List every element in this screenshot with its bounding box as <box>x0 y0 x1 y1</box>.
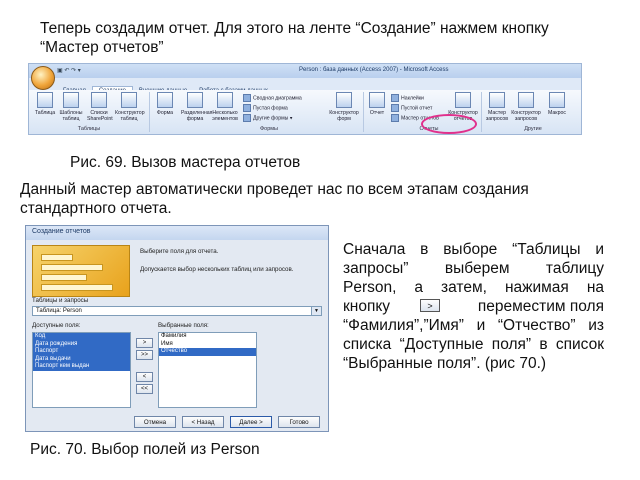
blank-form-icon <box>243 104 251 112</box>
table-templates-icon <box>63 92 79 108</box>
move-all-right-button[interactable]: >> <box>136 350 153 360</box>
window-titlebar: ▣ ↶ ↷ ▾ Person : база данных (Access 200… <box>29 64 581 78</box>
macro-icon <box>549 92 565 108</box>
blank-report-icon <box>391 104 399 112</box>
tables-queries-label: Таблицы и запросы <box>32 297 89 304</box>
dialog-prompt: Выберите поля для отчета. <box>140 248 219 255</box>
move-one-right-button[interactable]: > <box>136 338 153 348</box>
ribbon-tabs: ГлавнаяСозданиеВнешние данныеРабота с ба… <box>57 79 274 95</box>
report-icon <box>369 92 385 108</box>
list-item[interactable]: Код <box>33 333 130 341</box>
figure-caption-70: Рис. 70. Выбор полей из Person <box>30 441 260 458</box>
side-text-line-4a: кнопку <box>343 298 391 315</box>
sharepoint-icon <box>91 92 107 108</box>
ribbon-screenshot: ▣ ↶ ↷ ▾ Person : база данных (Access 200… <box>28 63 582 135</box>
paragraph-line-1: Данный мастер автоматически проведет нас… <box>20 181 529 198</box>
table-templates-button[interactable]: Шаблоны таблиц <box>59 92 83 122</box>
group-label-tables: Таблицы <box>77 126 101 132</box>
more-forms-icon <box>243 114 251 122</box>
report-wizard-icon <box>391 114 399 122</box>
pivot-chart-icon <box>243 94 251 102</box>
inline-move-button: > <box>420 299 440 312</box>
list-item[interactable]: Паспорт <box>33 348 130 356</box>
window-title: Person : база данных (Access 2007) - Mic… <box>299 67 449 73</box>
macro-button[interactable]: Макрос <box>545 92 569 116</box>
intro-line-1: Теперь создадим отчет. Для этого на лент… <box>40 20 549 37</box>
side-text-line-3: Person, а затем, нажимая на <box>343 279 604 296</box>
multiple-items-button[interactable]: Несколько элементов <box>211 92 239 122</box>
table-designer-icon <box>121 92 137 108</box>
cancel-button[interactable]: Отмена <box>134 416 176 428</box>
report-designer-icon <box>455 92 471 108</box>
report-button[interactable]: Отчет <box>365 92 389 116</box>
list-item[interactable]: Паспорт кем выдан <box>33 363 130 371</box>
side-text-line-5: “Фамилия”,”Имя” и “Отчество” из <box>343 317 604 334</box>
quick-access-toolbar[interactable]: ▣ ↶ ↷ ▾ <box>57 67 81 74</box>
available-fields-list[interactable]: Код Дата рождения Паспорт Дата выдачи Па… <box>32 332 131 408</box>
next-button[interactable]: Далее > <box>230 416 272 428</box>
dialog-hint: Допускается выбор нескольких таблиц или … <box>140 266 294 273</box>
query-wizard-button[interactable]: Мастер запросов <box>485 92 509 122</box>
pivot-chart-button[interactable]: Сводная диаграмма <box>243 94 302 102</box>
move-one-left-button[interactable]: < <box>136 372 153 382</box>
table-icon <box>37 92 53 108</box>
split-form-icon <box>187 92 203 108</box>
figure-caption-69: Рис. 69. Вызов мастера отчетов <box>70 154 301 171</box>
list-item[interactable]: Фамилия <box>159 333 256 341</box>
tables-queries-select[interactable]: Таблица: Person ▼ <box>32 306 322 316</box>
selected-fields-label: Выбранные поля: <box>158 322 209 329</box>
multiple-items-icon <box>217 92 233 108</box>
office-button[interactable] <box>31 66 55 90</box>
ribbon-body: Таблица Шаблоны таблиц Списки SharePoint… <box>29 90 581 134</box>
form-icon <box>157 92 173 108</box>
form-button[interactable]: Форма <box>153 92 177 116</box>
group-label-other: Другие <box>524 126 542 132</box>
form-designer-button[interactable]: Конструктор форм <box>329 92 359 122</box>
wizard-illustration <box>32 245 130 297</box>
group-divider <box>149 92 150 132</box>
table-button[interactable]: Таблица <box>33 92 57 116</box>
labels-button[interactable]: Наклейки <box>391 94 424 102</box>
query-designer-icon <box>518 92 534 108</box>
table-designer-button[interactable]: Конструктор таблиц <box>115 92 145 122</box>
group-divider <box>363 92 364 132</box>
move-all-left-button[interactable]: << <box>136 384 153 394</box>
side-text-line-4b: переместим поля <box>477 298 604 315</box>
back-button[interactable]: < Назад <box>182 416 224 428</box>
blank-report-button[interactable]: Пустой отчет <box>391 104 432 112</box>
group-divider <box>481 92 482 132</box>
list-item[interactable]: Имя <box>159 341 256 349</box>
query-wizard-icon <box>489 92 505 108</box>
selected-fields-list[interactable]: Фамилия Имя Отчество <box>158 332 257 408</box>
split-form-button[interactable]: Разделенная форма <box>181 92 212 122</box>
side-text-line-1: Сначала в выборе “Таблицы и <box>343 241 604 258</box>
chevron-down-icon[interactable]: ▼ <box>311 307 321 315</box>
list-item[interactable]: Дата выдачи <box>33 355 130 363</box>
paragraph-line-2: стандартного отчета. <box>20 200 172 217</box>
side-text-line-6: списка “Доступные поля” в список <box>343 336 604 353</box>
form-designer-icon <box>336 92 352 108</box>
group-label-forms: Формы <box>259 126 279 132</box>
query-designer-button[interactable]: Конструктор запросов <box>511 92 541 122</box>
list-item[interactable]: Дата рождения <box>33 340 130 348</box>
more-forms-button[interactable]: Другие формы ▾ <box>243 114 292 122</box>
list-item[interactable]: Отчество <box>159 348 256 356</box>
side-text-line-2: запросы” выберем таблицу <box>343 260 604 277</box>
report-wizard-dialog: Создание отчетов Выберите поля для отчет… <box>25 225 329 432</box>
finish-button[interactable]: Готово <box>278 416 320 428</box>
blank-form-button[interactable]: Пустая форма <box>243 104 288 112</box>
sharepoint-lists-button[interactable]: Списки SharePoint <box>87 92 113 122</box>
intro-line-2: “Мастер отчетов” <box>40 39 164 56</box>
available-fields-label: Доступные поля: <box>32 322 81 329</box>
dialog-title: Создание отчетов <box>26 226 328 240</box>
report-wizard-highlight <box>421 114 477 134</box>
side-text-line-7: “Выбранные поля”. (рис 70.) <box>343 355 547 372</box>
labels-icon <box>391 94 399 102</box>
